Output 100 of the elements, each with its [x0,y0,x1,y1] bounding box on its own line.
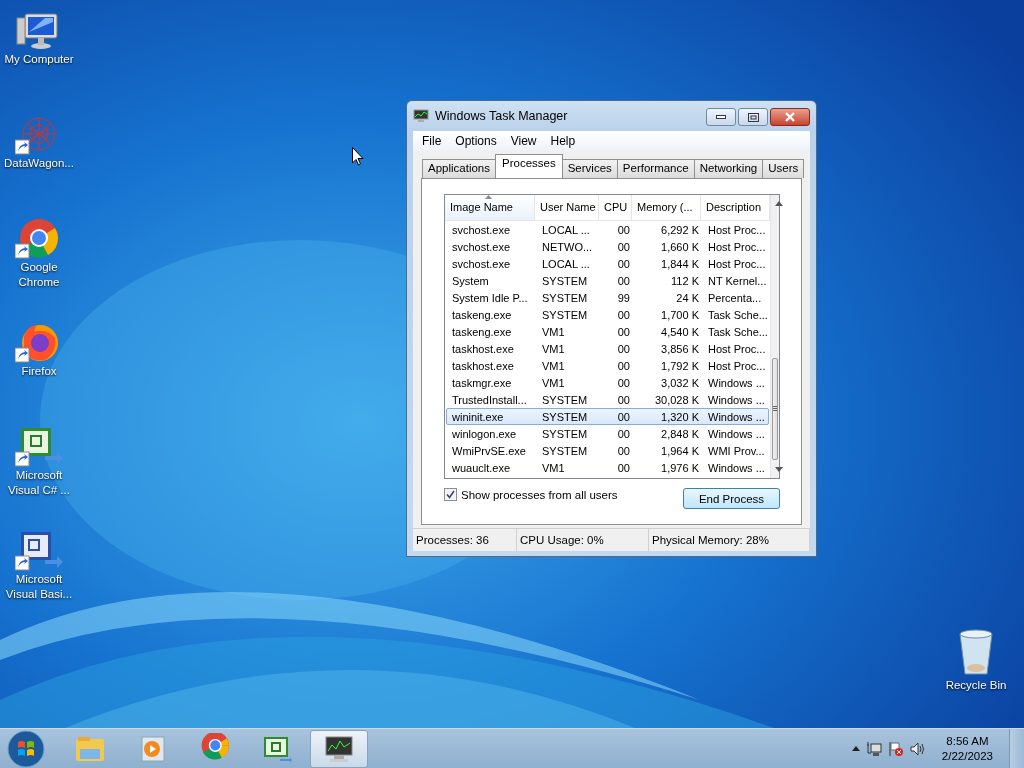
table-cell-text: taskeng.exe [451,325,513,338]
table-cell-text: Host Proc... [707,240,767,253]
menu-item[interactable]: View [503,134,544,148]
table-cell-text: svchost.exe [451,240,512,253]
tab[interactable]: Applications [422,159,496,178]
column-header[interactable]: Image Name [445,195,535,220]
icon-label[interactable]: Recycle Bin [937,678,1015,693]
table-row[interactable]: System SYSTEM 00 112 K NT Kernel... [446,272,769,289]
flag-error-icon[interactable] [887,740,904,757]
table-cell-text: taskmgr.exe [451,376,513,389]
table-row[interactable]: svchost.exe NETWO... 00 1,660 K Host Proc... [446,238,769,255]
table-cell-text: 00 [616,342,631,355]
table-cell-text: 00 [616,410,631,423]
column-header[interactable]: User Name [535,195,599,220]
table-cell-text: svchost.exe [451,257,512,270]
table-cell-text: Host Proc... [707,359,767,372]
table-cell-text: 00 [616,257,631,270]
table-cell-text: Windows ... [707,393,766,406]
table-cell-text: 00 [616,223,631,236]
table-cell-text: 1,976 K [660,461,700,474]
table-cell-text: 00 [616,444,631,457]
maximize-button[interactable] [738,108,768,126]
close-button[interactable] [770,108,810,126]
table-cell-text: taskhost.exe [451,359,515,372]
table-cell-text: VM1 [541,342,566,355]
table-cell-text: 112 K [670,274,700,287]
column-header[interactable]: Description [701,195,770,220]
tab[interactable]: Performance [616,159,695,178]
table-cell-text: 00 [616,461,631,474]
table-cell-text: System [451,274,490,287]
cursor-icon [352,147,364,166]
table-row[interactable]: taskhost.exe VM1 00 3,856 K Host Proc... [446,340,769,357]
scroll-up-icon[interactable] [774,201,783,206]
table-cell-text: Windows ... [707,427,766,440]
menu-item[interactable]: Options [448,134,504,148]
menu-item[interactable]: File [415,134,449,148]
icon-label[interactable]: Google Chrome [0,260,78,290]
table-cell-text: WMI Prov... [707,444,766,457]
table-row[interactable]: taskeng.exe SYSTEM 00 1,700 K Task Sche... [446,306,769,323]
table-cell-text: SYSTEM [541,393,589,406]
table-row[interactable]: winlogon.exe SYSTEM 00 2,848 K Windows ... [446,425,769,442]
end-process-button[interactable]: End Process [683,488,780,509]
table-cell-text: VM1 [541,461,566,474]
table-row[interactable]: TrustedInstall... SYSTEM 00 30,028 K Windows ... [446,391,769,408]
clock-date[interactable]: 2/22/2023 [941,750,993,762]
icon-label[interactable]: My Computer [0,52,78,67]
menu-item[interactable]: Help [543,134,583,148]
start-button[interactable] [6,728,46,768]
recycle-bin-icon[interactable] [956,628,996,678]
table-row[interactable]: WmiPrvSE.exe SYSTEM 00 1,964 K WMI Prov... [446,442,769,459]
minimize-icon [716,115,726,119]
table-cell-text: SYSTEM [541,410,589,423]
table-cell-text: LOCAL ... [541,257,591,270]
table-row[interactable]: System Idle P... SYSTEM 99 24 K Percenta... [446,289,769,306]
scrollbar-thumb[interactable] [771,358,778,460]
tab[interactable]: Services [561,159,618,178]
show-hidden-icons-icon[interactable] [851,746,860,751]
icon-label[interactable]: Microsoft Visual Basi... [0,572,78,602]
tab[interactable]: Processes [495,154,563,178]
table-cell-text: 4,540 K [660,325,700,338]
table-cell-text: taskhost.exe [451,342,515,355]
icon-label[interactable]: Microsoft Visual C# ... [0,468,78,498]
tab[interactable]: Users [762,159,805,178]
checkbox[interactable] [444,488,457,501]
table-cell-text: TrustedInstall... [451,393,528,406]
table-row[interactable]: wininit.exe SYSTEM 00 1,320 K Windows ... [446,408,769,425]
table-cell-text: LOCAL ... [541,223,591,236]
table-cell-text: 00 [616,393,631,406]
table-cell-text: 00 [616,376,631,389]
grip-icon [772,406,777,412]
table-cell-text: NETWO... [541,240,594,253]
table-cell-text: svchost.exe [451,223,512,236]
table-cell-text: Host Proc... [707,223,767,236]
checkbox-label[interactable]: Show processes from all users [461,488,618,501]
table-row[interactable]: taskeng.exe VM1 00 4,540 K Task Sche... [446,323,769,340]
column-header[interactable]: Memory (... [632,195,701,220]
table-row[interactable]: svchost.exe LOCAL ... 00 1,844 K Host Proc... [446,255,769,272]
table-cell-text: 1,700 K [660,308,700,321]
clock-time[interactable]: 8:56 AM [946,735,989,747]
table-cell-text: 00 [616,308,631,321]
scroll-down-icon[interactable] [774,467,783,472]
table-cell-text: 3,856 K [660,342,700,355]
taskbar-app[interactable] [310,729,368,768]
volume-icon[interactable] [909,740,926,757]
table-cell-text: 1,964 K [660,444,700,457]
table-cell-text: 1,320 K [660,410,700,423]
icon-label[interactable]: DataWagon... [0,156,78,171]
table-cell-text: VM1 [541,359,566,372]
status-text: Processes: 36 [413,529,517,551]
table-row[interactable]: taskhost.exe VM1 00 1,792 K Host Proc... [446,357,769,374]
table-row[interactable]: taskmgr.exe VM1 00 3,032 K Windows ... [446,374,769,391]
minimize-button[interactable] [706,108,736,126]
table-row[interactable]: svchost.exe LOCAL ... 00 6,292 K Host Proc... [446,221,769,238]
table-row[interactable]: wuauclt.exe VM1 00 1,976 K Windows ... [446,459,769,476]
tab[interactable]: Networking [693,159,764,178]
table-cell-text: SYSTEM [541,274,589,287]
icon-label[interactable]: Firefox [0,364,78,379]
table-cell-text: 3,032 K [660,376,700,389]
column-header[interactable]: CPU [599,195,632,220]
table-cell-text: 6,292 K [660,223,700,236]
